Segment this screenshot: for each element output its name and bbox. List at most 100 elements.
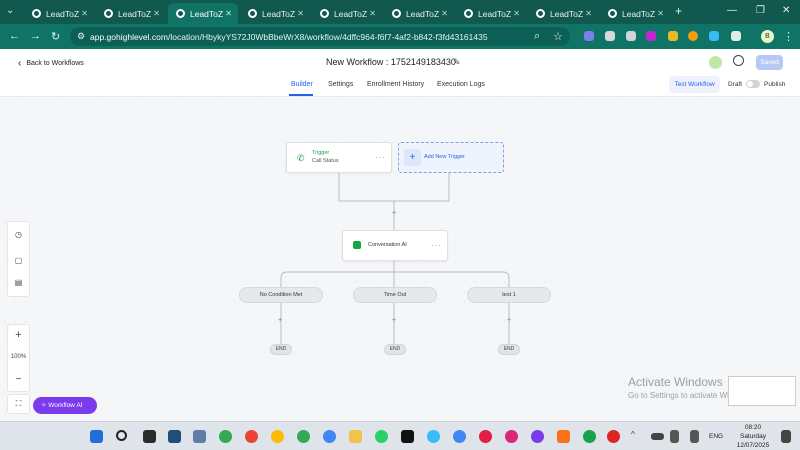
add-step-plus-icon[interactable]: +: [278, 317, 282, 324]
branch-time-out[interactable]: Time Out: [353, 287, 437, 303]
browser-tab[interactable]: LeadToZ ✕: [240, 3, 310, 24]
close-tab-icon[interactable]: ✕: [585, 9, 592, 18]
browser-menu-icon[interactable]: ⋮: [783, 30, 794, 43]
chrome-icon[interactable]: [271, 430, 284, 443]
close-tab-icon[interactable]: ✕: [441, 9, 448, 18]
notification-icon[interactable]: [781, 430, 791, 443]
reload-icon[interactable]: ↻: [51, 30, 60, 43]
extension-discord-icon[interactable]: [584, 31, 594, 41]
vlc-icon[interactable]: [557, 430, 570, 443]
tab-execution-logs[interactable]: Execution Logs: [437, 81, 485, 88]
extension-colorpicker-icon[interactable]: [709, 31, 719, 41]
history-icon[interactable]: [733, 55, 744, 66]
browser-tab[interactable]: LeadToZ ✕: [168, 3, 238, 24]
more-options-icon[interactable]: ···: [375, 153, 386, 162]
conversation-ai-node[interactable]: Conversation AI ···: [342, 230, 448, 261]
tab-search-icon[interactable]: ⌄: [6, 5, 14, 16]
test-workflow-button[interactable]: Test Workflow: [669, 76, 720, 93]
volume-icon[interactable]: [690, 430, 699, 443]
extension-pen-icon[interactable]: [668, 31, 678, 41]
close-tab-icon[interactable]: ✕: [297, 9, 304, 18]
workflow-title[interactable]: New Workflow : 1752149183430: [326, 57, 456, 67]
chrome-icon[interactable]: [323, 430, 336, 443]
search-icon[interactable]: [116, 430, 127, 441]
extensions-puzzle-icon[interactable]: [731, 31, 741, 41]
browser-tab[interactable]: LeadToZ ✕: [96, 3, 166, 24]
extension-camera-icon[interactable]: [626, 31, 636, 41]
pencil-icon[interactable]: ✎: [453, 57, 461, 68]
tab-builder[interactable]: Builder: [291, 81, 313, 88]
comment-icon[interactable]: ▢: [8, 256, 29, 265]
add-step-plus-icon[interactable]: +: [507, 317, 511, 324]
branch-no-condition-met[interactable]: No Condition Met: [239, 287, 323, 303]
close-tab-icon[interactable]: ✕: [369, 9, 376, 18]
workflow-ai-button[interactable]: ✧ Workflow AI: [33, 397, 97, 414]
profile-avatar[interactable]: B: [761, 30, 774, 43]
new-tab-button[interactable]: +: [675, 4, 682, 18]
browser-tab[interactable]: LeadToZ ✕: [312, 3, 382, 24]
workflow-canvas[interactable]: + ✆ Trigger Call Status ··· + Add New Tr…: [0, 97, 800, 421]
close-tab-icon[interactable]: ✕: [513, 9, 520, 18]
bookmark-star-icon[interactable]: ☆: [553, 30, 563, 43]
more-options-icon[interactable]: ···: [431, 241, 442, 250]
save-button[interactable]: Saved: [756, 55, 783, 70]
extension-firefox-icon[interactable]: [688, 31, 698, 41]
app-icon[interactable]: [168, 430, 181, 443]
close-tab-icon[interactable]: ✕: [81, 9, 88, 18]
whatsapp-icon[interactable]: [375, 430, 388, 443]
file-explorer-icon[interactable]: [349, 430, 362, 443]
language-indicator[interactable]: ENG: [709, 433, 723, 440]
chrome-icon[interactable]: [297, 430, 310, 443]
trigger-node[interactable]: ✆ Trigger Call Status ···: [286, 142, 392, 173]
tab-settings[interactable]: Settings: [328, 81, 353, 88]
url-text[interactable]: app.gohighlevel.com/location/HbykyYS72J0…: [90, 32, 488, 42]
restore-icon[interactable]: ❐: [756, 5, 765, 16]
chrome-icon[interactable]: [607, 430, 620, 443]
wifi-icon[interactable]: [670, 430, 679, 443]
sticky-app-icon[interactable]: [401, 430, 414, 443]
close-window-icon[interactable]: ✕: [782, 5, 790, 16]
zoom-search-icon[interactable]: ⌕: [534, 30, 540, 43]
clock-history-icon[interactable]: ◷: [8, 230, 29, 239]
chrome-icon[interactable]: [531, 430, 544, 443]
zoom-in-button[interactable]: +: [8, 329, 29, 341]
browser-tab[interactable]: LeadToZ ✕: [600, 3, 670, 24]
tab-enrollment-history[interactable]: Enrollment History: [367, 81, 424, 88]
add-step-plus-icon[interactable]: +: [392, 210, 396, 217]
browser-tab[interactable]: LeadToZ ✕: [528, 3, 598, 24]
tray-chevron-icon[interactable]: ^: [631, 430, 644, 443]
extension-download-icon[interactable]: [646, 31, 656, 41]
battery-icon[interactable]: [651, 433, 664, 440]
fit-view-button[interactable]: ⛶: [7, 394, 30, 414]
add-new-trigger-button[interactable]: + Add New Trigger: [398, 142, 504, 173]
browser-tab[interactable]: LeadToZ ✕: [24, 3, 94, 24]
notes-icon[interactable]: ▤: [8, 278, 29, 287]
chrome-icon[interactable]: [505, 430, 518, 443]
chrome-icon[interactable]: [583, 430, 596, 443]
minimize-icon[interactable]: —: [727, 5, 737, 16]
app-icon[interactable]: [427, 430, 440, 443]
chrome-icon[interactable]: [479, 430, 492, 443]
site-info-icon[interactable]: ⚙: [77, 31, 85, 42]
back-icon[interactable]: ←: [9, 30, 20, 42]
branch-test-1[interactable]: test 1: [467, 287, 551, 303]
browser-tab[interactable]: LeadToZ ✕: [456, 3, 526, 24]
task-view-icon[interactable]: [143, 430, 156, 443]
add-step-plus-icon[interactable]: +: [392, 317, 396, 324]
close-tab-icon[interactable]: ✕: [153, 9, 160, 18]
back-to-workflows-link[interactable]: ‹ Back to Workflows: [18, 58, 84, 69]
chrome-icon[interactable]: [219, 430, 232, 443]
windows-start-icon[interactable]: [90, 430, 103, 443]
extension-icon[interactable]: [605, 31, 615, 41]
close-tab-icon[interactable]: ✕: [225, 9, 232, 18]
system-clock[interactable]: 08:20 Saturday 12/07/2025: [734, 423, 772, 450]
close-tab-icon[interactable]: ✕: [657, 9, 664, 18]
leadtoz-favicon-icon: [176, 9, 185, 18]
publish-toggle[interactable]: [746, 80, 760, 88]
chrome-icon[interactable]: [245, 430, 258, 443]
browser-tab[interactable]: LeadToZ ✕: [384, 3, 454, 24]
app-icon[interactable]: [193, 430, 206, 443]
forward-icon[interactable]: →: [30, 30, 41, 42]
zoom-out-button[interactable]: −: [8, 374, 29, 385]
chrome-icon[interactable]: [453, 430, 466, 443]
